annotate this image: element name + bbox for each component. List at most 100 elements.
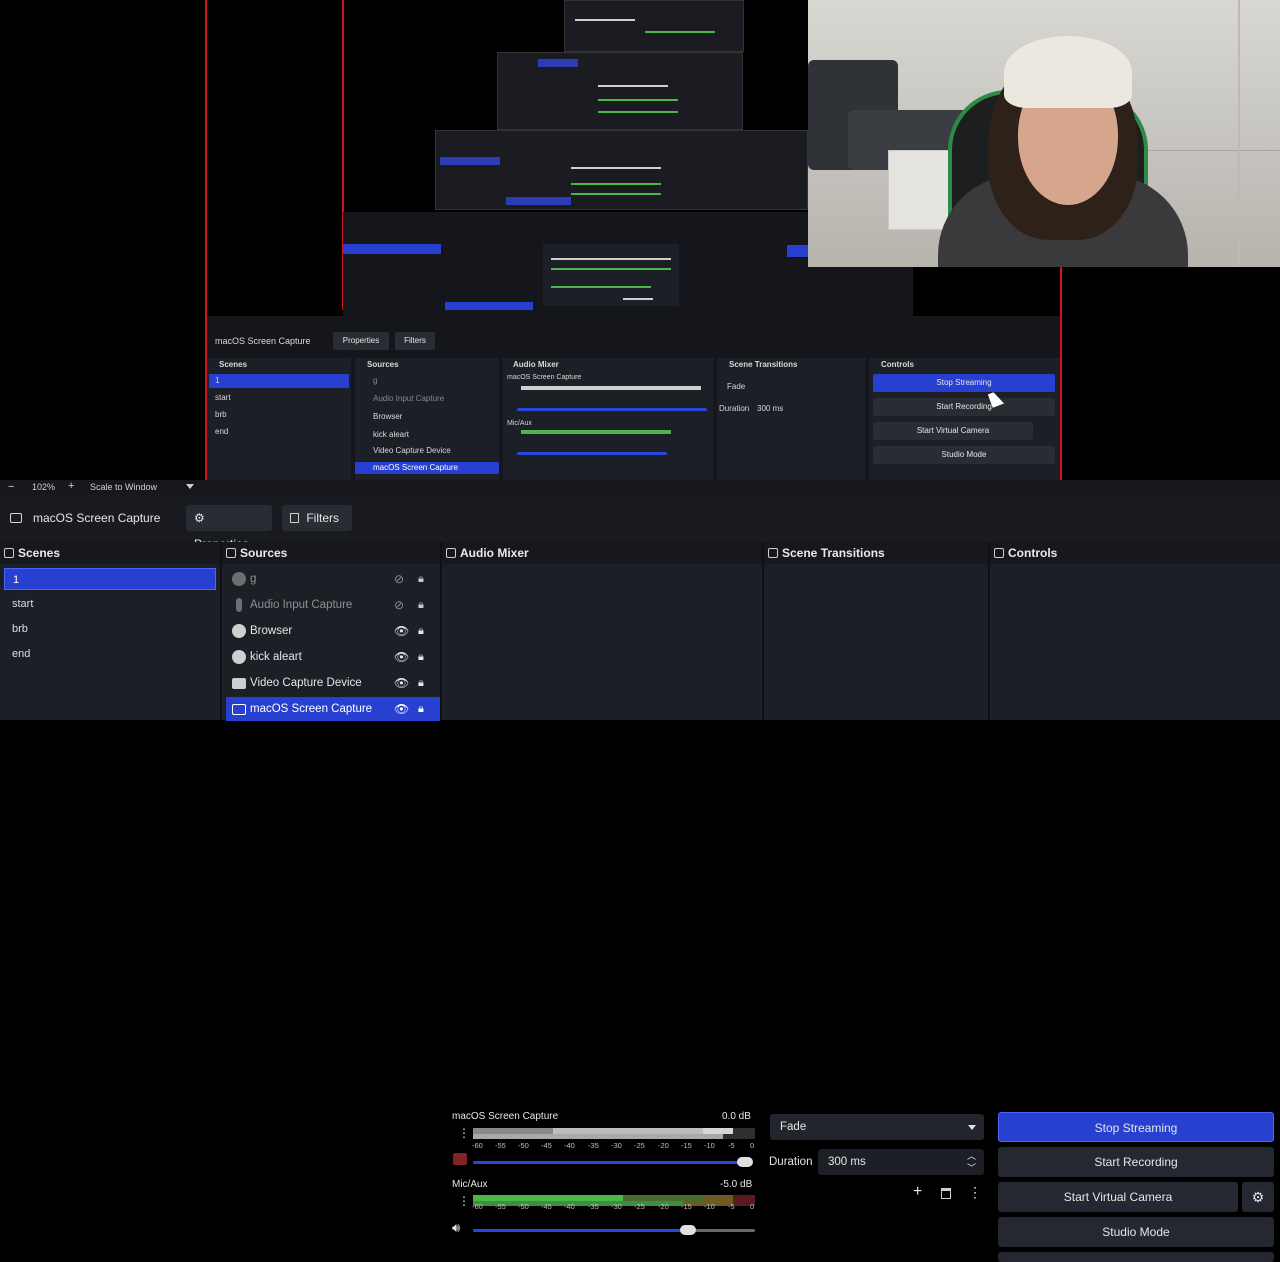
scene-item-start[interactable]: start [4, 593, 216, 615]
zoom-in-icon[interactable]: + [68, 480, 74, 492]
source-label: Video Capture Device [250, 677, 362, 689]
channel-menu-icon[interactable]: ⋮ [458, 1195, 470, 1207]
eye-icon[interactable]: 👁︎ [394, 623, 409, 639]
duration-value: 300 ms [828, 1156, 866, 1168]
channel-name: Mic/Aux [452, 1179, 488, 1190]
scene-item-1[interactable]: 1 [4, 568, 216, 590]
lock-icon[interactable]: 🔒︎ [418, 597, 424, 613]
dock-icon [994, 548, 1004, 558]
duration-spinbox[interactable]: 300 ms ︿ ﹀ [818, 1149, 984, 1175]
recursive-capture-small-2 [497, 52, 743, 130]
source-item-browser[interactable]: Browser 👁︎ 🔒︎ [226, 619, 440, 643]
dock-icon [226, 548, 236, 558]
studio-mode-button[interactable]: Studio Mode [998, 1217, 1274, 1247]
volume-slider[interactable] [473, 1161, 743, 1164]
properties-button[interactable]: ⚙ Properties [186, 505, 272, 551]
scenes-title: Scenes [18, 546, 61, 560]
preview-border-right [1060, 267, 1062, 480]
eye-icon[interactable]: 👁︎ [394, 701, 409, 717]
globe-icon [232, 650, 246, 664]
filter-icon [290, 513, 299, 523]
chevron-down-icon [968, 1125, 976, 1130]
dock-icon [768, 548, 778, 558]
source-item-kick-aleart[interactable]: kick aleart 👁︎ 🔒︎ [226, 645, 440, 669]
scene-label: 1 [13, 574, 20, 586]
scenes-dock: Scenes 1 start brb end [0, 542, 220, 720]
source-label: Audio Input Capture [250, 599, 353, 611]
hidden-eye-icon[interactable]: ⊘ [394, 571, 404, 587]
monitor-icon [10, 513, 22, 523]
preview-canvas[interactable]: macOS Screen Capture Properties Filters … [0, 0, 1280, 480]
audio-mixer-title: Audio Mixer [460, 546, 529, 560]
source-item-audio-input-capture[interactable]: Audio Input Capture ⊘ 🔒︎ [226, 593, 440, 617]
add-transition-icon[interactable]: + [913, 1183, 922, 1201]
trash-icon[interactable] [941, 1188, 951, 1199]
settings-button-partial[interactable] [998, 1252, 1274, 1262]
webcam-feed [808, 0, 1280, 267]
scale-dropdown-icon[interactable] [186, 484, 194, 489]
sources-title: Sources [240, 546, 288, 560]
source-label: Browser [250, 625, 293, 637]
transition-value: Fade [780, 1121, 807, 1133]
channel-menu-icon[interactable]: ⋮ [458, 1127, 470, 1139]
controls-dock: Controls [990, 542, 1280, 720]
scene-label: start [12, 598, 34, 610]
gear-icon: ⚙ [194, 511, 205, 525]
lock-icon[interactable]: 🔒︎ [418, 649, 424, 665]
source-label: kick aleart [250, 651, 302, 663]
audio-mixer-dock: Audio Mixer [442, 542, 762, 720]
camera-icon [232, 678, 246, 689]
scene-transitions-dock: Scene Transitions [764, 542, 988, 720]
start-recording-button[interactable]: Start Recording [998, 1147, 1274, 1177]
speaker-icon[interactable]: 🔊︎ [452, 1221, 460, 1235]
source-item-macos-screen-capture[interactable]: macOS Screen Capture 👁︎ 🔒︎ [226, 697, 440, 721]
source-item-video-capture-device[interactable]: Video Capture Device 👁︎ 🔒︎ [226, 671, 440, 695]
speaker-muted-icon[interactable] [453, 1153, 467, 1165]
lock-icon[interactable]: 🔒︎ [418, 623, 424, 639]
volume-slider-knob[interactable] [680, 1225, 696, 1235]
filters-label: Filters [306, 511, 340, 525]
embedded-obs-primary: macOS Screen Capture Properties Filters … [207, 316, 1060, 480]
source-item-g[interactable]: g ⊘ 🔒︎ [226, 567, 440, 591]
recursive-capture-small-1 [564, 0, 744, 52]
controls-title: Controls [1008, 546, 1058, 560]
virtual-camera-settings-button[interactable]: ⚙ [1242, 1182, 1274, 1212]
stop-streaming-button[interactable]: Stop Streaming [998, 1112, 1274, 1142]
dock-icon [446, 548, 456, 558]
source-label: g [250, 573, 257, 585]
duration-label: Duration [769, 1156, 813, 1168]
dock-icon [4, 548, 14, 558]
volume-slider[interactable] [473, 1229, 683, 1232]
scene-transitions-title: Scene Transitions [782, 546, 885, 560]
source-toolbar: macOS Screen Capture ⚙ Properties Filter… [0, 495, 1280, 551]
source-label: macOS Screen Capture [250, 703, 373, 715]
more-options-icon[interactable]: ⋮ [968, 1184, 982, 1200]
channel-db: 0.0 dB [722, 1111, 751, 1122]
recursive-capture-medium [435, 130, 808, 210]
lock-icon[interactable]: 🔒︎ [418, 675, 424, 691]
lock-icon[interactable]: 🔒︎ [418, 571, 424, 587]
scale-mode[interactable]: Scale to Window [90, 482, 157, 492]
scene-label: brb [12, 623, 28, 635]
spin-down-icon[interactable]: ﹀ [967, 1163, 976, 1173]
volume-meter [473, 1134, 755, 1139]
scene-item-brb[interactable]: brb [4, 618, 216, 640]
volume-slider-knob[interactable] [737, 1157, 753, 1167]
zoom-out-icon[interactable]: − [8, 481, 14, 493]
preview-toolbar: − 102% + Scale to Window [0, 480, 1280, 495]
hidden-eye-icon[interactable]: ⊘ [394, 597, 404, 613]
start-virtual-camera-button[interactable]: Start Virtual Camera [998, 1182, 1238, 1212]
spin-up-icon[interactable]: ︿ [967, 1151, 976, 1161]
filters-button[interactable]: Filters [282, 505, 352, 531]
scene-item-end[interactable]: end [4, 643, 216, 665]
transition-select[interactable]: Fade [770, 1114, 984, 1140]
gear-icon: ⚙ [1251, 1189, 1265, 1205]
lock-icon[interactable]: 🔒︎ [418, 701, 424, 717]
channel-name: macOS Screen Capture [452, 1111, 559, 1122]
meter-ticks: -60 -55 -50 -45 -40 -35 -30 -25 -20 -15 … [472, 1141, 755, 1150]
eye-icon[interactable]: 👁︎ [394, 675, 409, 691]
meter-ticks: -60 -55 -50 -45 -40 -35 -30 -25 -20 -15 … [472, 1202, 755, 1211]
eye-icon[interactable]: 👁︎ [394, 649, 409, 665]
monitor-icon [232, 704, 246, 715]
globe-icon [232, 624, 246, 638]
